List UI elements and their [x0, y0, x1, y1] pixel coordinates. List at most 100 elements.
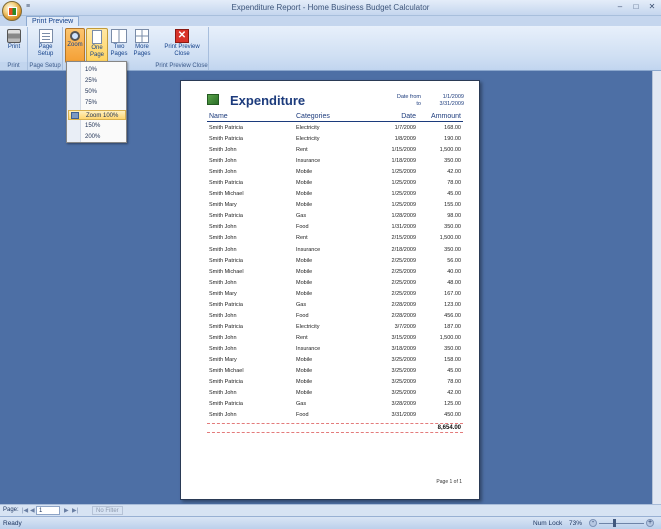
row-category: Gas — [296, 213, 307, 220]
table-row: Smith Michael Mobile 2/25/2009 40.00 — [207, 267, 463, 278]
zoom-option-25[interactable]: 25% — [68, 76, 126, 86]
row-category: Food — [296, 224, 309, 231]
two-pages-icon — [111, 29, 127, 43]
table-row: Smith Patricia Mobile 1/25/2009 78.00 — [207, 178, 463, 189]
zoom-option-50[interactable]: 50% — [68, 87, 126, 97]
row-category: Mobile — [296, 180, 313, 187]
zoom-button[interactable]: Zoom — [65, 28, 85, 63]
table-row: Smith John Insurance 2/18/2009 350.00 — [207, 245, 463, 256]
row-category: Insurance — [296, 158, 321, 165]
group-print: Print Print — [0, 27, 28, 70]
row-date: 3/25/2009 — [391, 379, 416, 386]
row-category: Rent — [296, 147, 308, 154]
zoom-option-100-label: Zoom 100% — [86, 113, 119, 119]
report-title: Expenditure — [230, 93, 306, 108]
record-navigation: Page: |◀ ◀ 1 ▶ ▶| No Filter — [0, 504, 661, 516]
zoom-dropdown: 10% 25% 50% 75% Zoom 100% 150% 200% — [66, 61, 127, 143]
row-amount: 42.00 — [447, 169, 461, 176]
row-category: Mobile — [296, 356, 313, 363]
num-lock-indicator: Num Lock — [533, 520, 563, 527]
row-category: Mobile — [296, 169, 313, 176]
row-date: 1/25/2009 — [391, 191, 416, 198]
row-amount: 98.00 — [447, 213, 461, 220]
previous-page-icon[interactable]: ◀ — [30, 507, 35, 514]
one-page-label: One Page — [89, 45, 104, 58]
table-row: Smith John Rent 3/15/2009 1,500.00 — [207, 333, 463, 344]
minimize-button[interactable]: – — [613, 1, 627, 13]
table-row: Smith Patricia Gas 3/28/2009 125.00 — [207, 399, 463, 410]
print-preview-close-button[interactable]: ✕ Print Preview Close — [161, 28, 203, 63]
row-name: Smith Mary — [209, 356, 237, 363]
table-row: Smith Patricia Electricity 3/7/2009 187.00 — [207, 322, 463, 333]
zoom-option-100[interactable]: Zoom 100% — [68, 110, 126, 120]
print-button[interactable]: Print — [2, 28, 26, 63]
row-date: 2/25/2009 — [391, 268, 416, 275]
zoom-option-75[interactable]: 75% — [68, 98, 126, 108]
table-row: Smith Patricia Mobile 2/25/2009 56.00 — [207, 256, 463, 267]
row-amount: 78.00 — [447, 379, 461, 386]
tab-print-preview[interactable]: Print Preview — [26, 16, 80, 26]
row-amount: 350.00 — [444, 224, 461, 231]
zoom-option-200[interactable]: 200% — [68, 132, 126, 142]
row-amount: 350.00 — [444, 345, 461, 352]
office-button[interactable] — [2, 1, 22, 21]
row-category: Mobile — [296, 379, 313, 386]
zoom-option-150[interactable]: 150% — [68, 121, 126, 131]
zoom-in-icon[interactable]: + — [646, 519, 654, 527]
zoom-slider-thumb[interactable] — [613, 519, 616, 527]
table-row: Smith John Rent 2/15/2009 1,500.00 — [207, 233, 463, 244]
two-pages-label: Two Pages — [110, 44, 128, 57]
no-filter-button[interactable]: No Filter — [92, 506, 123, 515]
zoom-label: Zoom — [67, 42, 83, 48]
magnifier-icon — [70, 31, 80, 41]
print-label: Print — [7, 44, 21, 50]
next-page-icon[interactable]: ▶ — [64, 507, 69, 514]
row-date: 3/7/2009 — [394, 323, 416, 330]
last-page-icon[interactable]: ▶| — [72, 507, 78, 514]
group-page-setup: Page Setup Page Setup — [28, 27, 63, 70]
row-amount: 450.00 — [444, 412, 461, 419]
vertical-scrollbar[interactable] — [652, 71, 661, 504]
zoom-level[interactable]: 73% — [569, 520, 582, 527]
row-category: Mobile — [296, 368, 313, 375]
table-row: Smith Mary Mobile 3/25/2009 158.00 — [207, 355, 463, 366]
row-amount: 1,500.00 — [439, 334, 461, 341]
row-amount: 1,500.00 — [439, 235, 461, 242]
header-name: Name — [209, 113, 228, 120]
close-window-button[interactable]: ✕ — [645, 1, 659, 13]
table-row: Smith Mary Mobile 2/25/2009 167.00 — [207, 289, 463, 300]
page-footer: Page 1 of 1 — [436, 479, 462, 485]
row-category: Food — [296, 412, 309, 419]
row-date: 3/25/2009 — [391, 368, 416, 375]
row-name: Smith John — [209, 158, 237, 165]
row-amount: 42.00 — [447, 390, 461, 397]
row-amount: 1,500.00 — [439, 147, 461, 154]
page-setup-button[interactable]: Page Setup — [30, 28, 61, 63]
zoom-slider[interactable] — [599, 523, 644, 524]
table-row: Smith John Mobile 3/25/2009 42.00 — [207, 388, 463, 399]
table-row: Smith John Insurance 1/18/2009 350.00 — [207, 156, 463, 167]
table-row: Smith John Food 3/31/2009 450.00 — [207, 410, 463, 421]
one-page-icon — [92, 30, 102, 44]
maximize-button[interactable]: □ — [629, 1, 643, 13]
table-row: Smith Michael Mobile 1/25/2009 45.00 — [207, 189, 463, 200]
row-name: Smith John — [209, 345, 237, 352]
row-category: Mobile — [296, 279, 313, 286]
table-row: Smith John Rent 1/15/2009 1,500.00 — [207, 145, 463, 156]
row-amount: 168.00 — [444, 125, 461, 131]
page-setup-label: Page Setup — [37, 44, 54, 57]
zoom-option-10[interactable]: 10% — [68, 65, 126, 75]
one-page-button[interactable]: One Page — [86, 28, 108, 63]
group-label-print: Print — [0, 62, 27, 70]
row-date: 1/8/2009 — [394, 136, 416, 143]
close-icon: ✕ — [175, 29, 189, 43]
more-pages-button[interactable]: More Pages — [130, 28, 154, 63]
row-category: Gas — [296, 401, 307, 408]
page-number-input[interactable]: 1 — [36, 506, 60, 515]
two-pages-button[interactable]: Two Pages — [109, 28, 129, 63]
zoom-out-icon[interactable]: - — [589, 519, 597, 527]
table-row: Smith John Insurance 3/18/2009 350.00 — [207, 344, 463, 355]
header-amount: Ammount — [431, 113, 461, 120]
first-page-icon[interactable]: |◀ — [22, 507, 28, 514]
row-date: 2/25/2009 — [391, 279, 416, 286]
